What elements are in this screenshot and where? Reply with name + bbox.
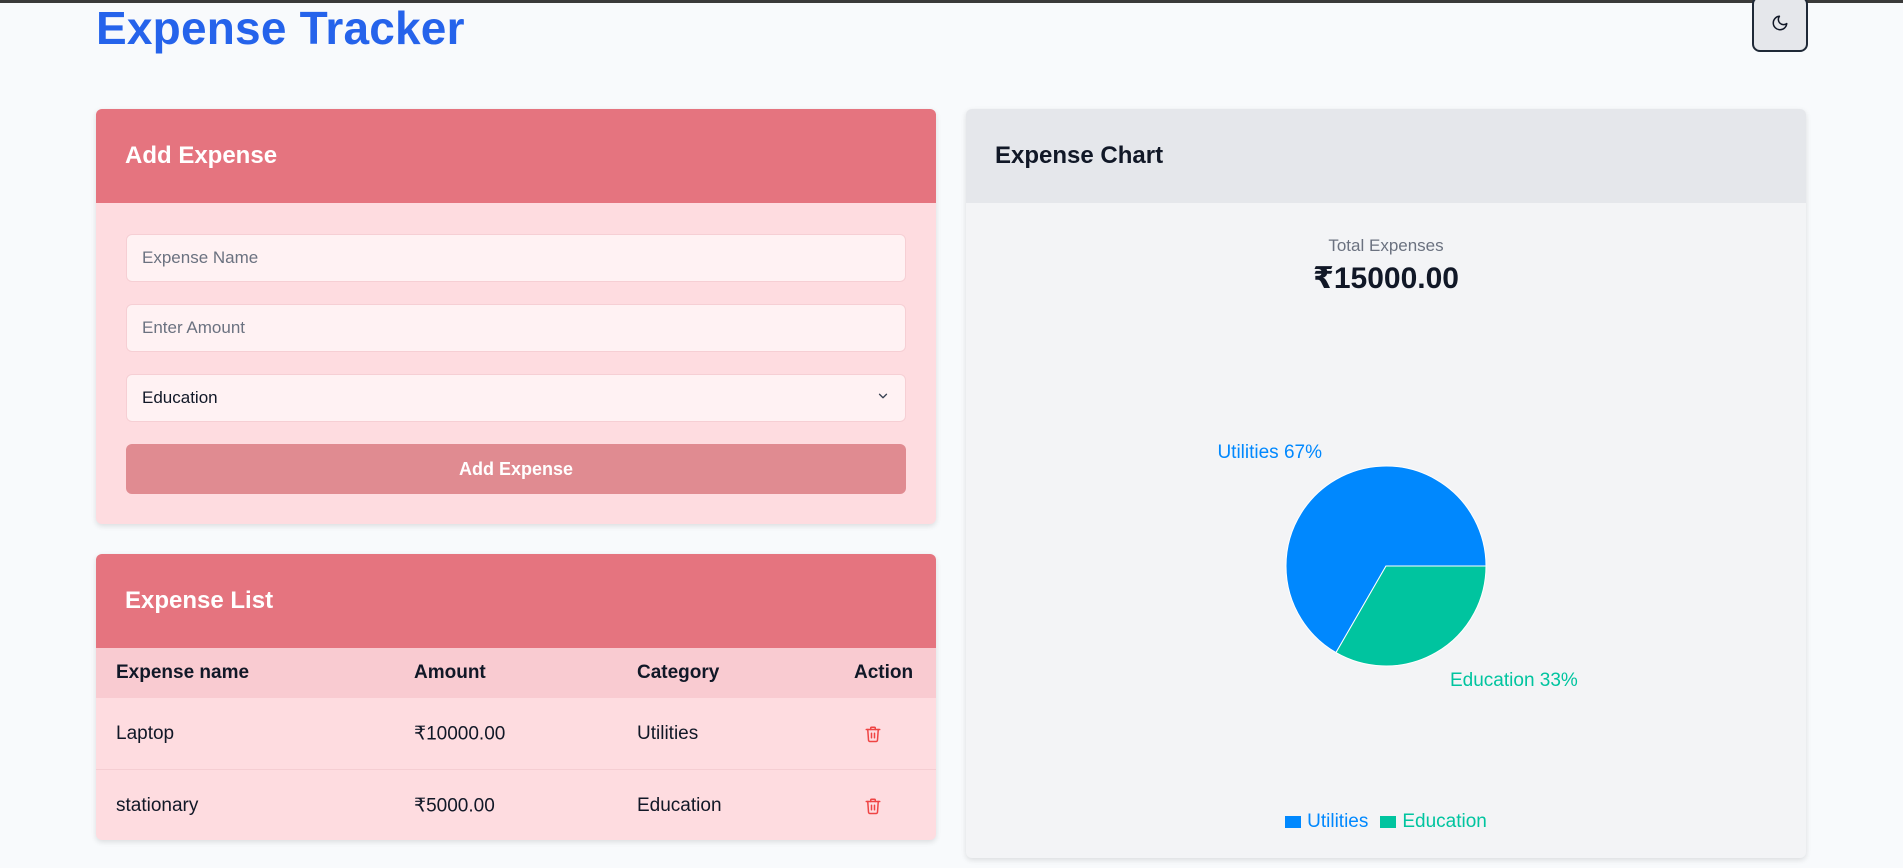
- expense-list-title: Expense List: [96, 554, 936, 648]
- expense-table-header: Expense name Amount Category Action: [96, 648, 936, 698]
- expense-amount-cell: ₹5000.00: [414, 795, 495, 816]
- expense-category-cell: Education: [637, 794, 722, 816]
- legend-item-utilities: Utilities: [1285, 811, 1368, 833]
- expense-list-card: Expense List Expense name Amount Categor…: [96, 554, 936, 840]
- trash-icon: [865, 726, 881, 742]
- table-row: stationary ₹5000.00 Education: [96, 770, 936, 840]
- category-select[interactable]: Education: [126, 374, 906, 422]
- expense-chart-card: Expense Chart Total Expenses ₹15000.00 U…: [966, 109, 1806, 858]
- category-select-value: Education: [142, 388, 218, 407]
- pie-label-education: Education 33%: [1450, 670, 1578, 691]
- expense-amount-cell: ₹10000.00: [414, 723, 506, 744]
- legend-swatch: [1285, 816, 1302, 828]
- expense-category-cell: Utilities: [637, 722, 699, 744]
- table-row: Laptop ₹10000.00 Utilities: [96, 698, 936, 770]
- add-expense-title: Add Expense: [96, 109, 936, 203]
- expense-pie-chart: Utilities 67% Education 33%: [1217, 442, 1578, 691]
- delete-button[interactable]: [862, 795, 884, 817]
- chart-legend: Utilities Education: [966, 811, 1806, 833]
- column-header-action: Action: [854, 662, 914, 683]
- expense-name-cell: stationary: [116, 794, 199, 816]
- legend-label: Education: [1402, 811, 1487, 832]
- expense-name-input[interactable]: [126, 234, 906, 282]
- app-title: Expense Tracker: [96, 2, 465, 54]
- legend-label: Utilities: [1307, 811, 1369, 832]
- legend-item-education: Education: [1380, 811, 1487, 833]
- legend-swatch: [1380, 816, 1397, 828]
- moon-icon: [1771, 14, 1789, 35]
- add-expense-card: Add Expense Education Add Expense: [96, 109, 936, 524]
- expense-name-cell: Laptop: [116, 722, 175, 744]
- pie-label-utilities: Utilities 67%: [1217, 442, 1322, 463]
- column-header-amount: Amount: [414, 662, 486, 683]
- expense-amount-input[interactable]: [126, 304, 906, 352]
- chevron-down-icon: [876, 388, 890, 408]
- add-expense-button[interactable]: Add Expense: [126, 444, 906, 494]
- column-header-name: Expense name: [116, 662, 250, 683]
- delete-button[interactable]: [862, 723, 884, 745]
- column-header-category: Category: [637, 662, 720, 683]
- trash-icon: [865, 798, 881, 814]
- theme-toggle-button[interactable]: [1752, 0, 1808, 52]
